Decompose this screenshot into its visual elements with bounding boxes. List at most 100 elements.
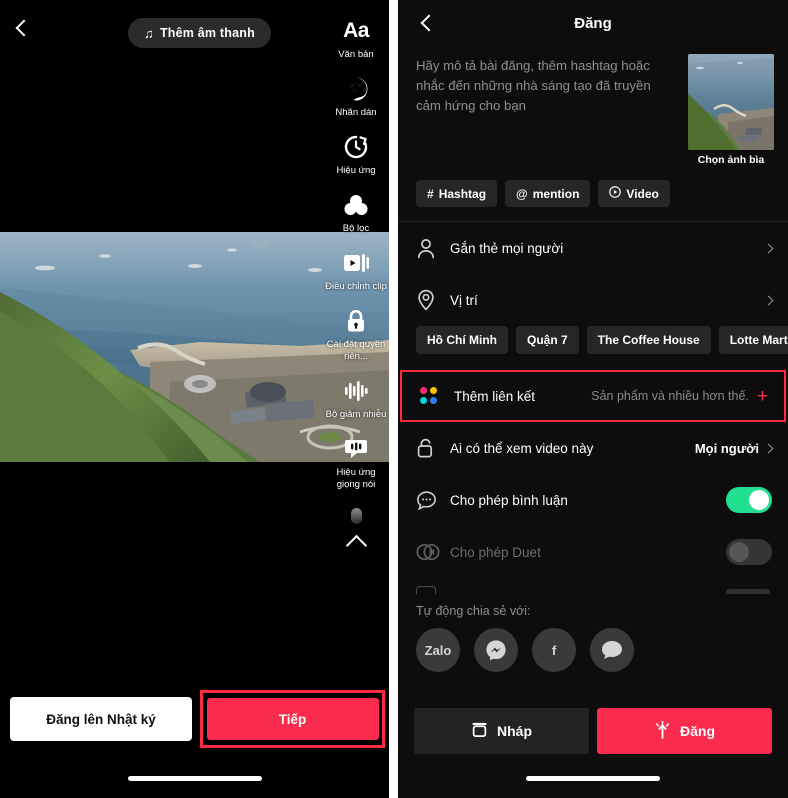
panel-divider bbox=[389, 0, 398, 798]
screenshot-root: ♫ Thêm âm thanh Aa Văn bản Nhãn dán Hiệu… bbox=[0, 0, 788, 798]
chevron-left-icon bbox=[420, 14, 438, 32]
next-button-highlight: Tiếp bbox=[200, 690, 385, 748]
row-partially-hidden[interactable] bbox=[398, 578, 788, 594]
tool-sticker[interactable]: Nhãn dán bbox=[323, 74, 389, 119]
tool-adjust-clip[interactable]: Điều chỉnh clip bbox=[323, 248, 389, 293]
tool-label: Hiệu ứng bbox=[336, 165, 376, 176]
unlock-icon bbox=[416, 437, 442, 459]
tool-label: Bộ giảm nhiễu bbox=[325, 409, 387, 420]
row-label: Thêm liên kết bbox=[454, 388, 536, 404]
auto-share-title: Tự động chia sẻ với: bbox=[416, 604, 531, 618]
row-location[interactable]: Vị trí bbox=[398, 274, 788, 326]
tool-effects[interactable]: Hiệu ứng bbox=[323, 132, 389, 177]
duet-icon bbox=[416, 543, 442, 561]
lock-icon bbox=[341, 306, 371, 336]
tool-label: Điều chỉnh clip bbox=[325, 281, 387, 292]
post-label: Đăng bbox=[680, 723, 715, 739]
editor-tool-rail: Aa Văn bản Nhãn dán Hiệu ứng Bộ lọc Điều… bbox=[323, 16, 389, 557]
row-label: Ai có thể xem video này bbox=[450, 440, 594, 456]
tool-label: Bộ lọc bbox=[342, 223, 370, 234]
tool-label: Nhãn dán bbox=[335, 107, 377, 118]
text-aa-icon: Aa bbox=[343, 19, 369, 42]
post-sparkle-icon bbox=[654, 720, 671, 742]
row-label: Vị trí bbox=[450, 292, 478, 308]
tool-privacy-settings[interactable]: Cài đặt quyền riên... bbox=[323, 306, 389, 363]
left-bottom-actions: Đăng lên Nhật ký Tiếp bbox=[0, 688, 389, 750]
tool-filter[interactable]: Bộ lọc bbox=[323, 190, 389, 235]
location-pin-icon bbox=[416, 289, 442, 311]
chip-label: mention bbox=[532, 186, 580, 201]
right-phone-post-screen: Đăng Hãy mô tả bài đăng, thêm hashtag ho… bbox=[398, 0, 788, 798]
back-button[interactable] bbox=[416, 10, 442, 36]
mention-icon: @ bbox=[516, 186, 528, 201]
chevron-left-icon bbox=[15, 19, 33, 37]
draft-label: Nháp bbox=[497, 723, 532, 739]
add-sound-button[interactable]: ♫ Thêm âm thanh bbox=[128, 18, 271, 48]
location-chip[interactable]: Lotte Mart District bbox=[718, 326, 788, 354]
chip-video[interactable]: Video bbox=[598, 180, 670, 207]
back-button[interactable] bbox=[10, 14, 38, 42]
sms-bubble-icon[interactable] bbox=[590, 628, 634, 672]
toggle-knob bbox=[729, 542, 749, 562]
location-suggestions: Hồ Chí Minh Quận 7 The Coffee House Lott… bbox=[398, 326, 788, 368]
home-indicator-left bbox=[127, 776, 262, 781]
allow-comments-toggle[interactable] bbox=[726, 487, 772, 513]
sticker-icon bbox=[341, 74, 371, 104]
chevron-right-icon bbox=[763, 243, 774, 253]
voice-effects-icon bbox=[341, 434, 371, 464]
tool-label: Hiệu ứng giọng nói bbox=[336, 467, 376, 490]
right-bottom-actions: Nháp Đăng bbox=[398, 708, 788, 754]
row-visibility[interactable]: Ai có thể xem video này Mọi người bbox=[398, 422, 788, 474]
location-chip[interactable]: The Coffee House bbox=[586, 326, 711, 354]
allow-duet-toggle[interactable] bbox=[726, 539, 772, 565]
chevron-up-icon[interactable] bbox=[345, 534, 367, 557]
facebook-icon[interactable]: f bbox=[532, 628, 576, 672]
draft-button[interactable]: Nháp bbox=[414, 708, 589, 754]
zalo-icon[interactable]: Zalo bbox=[416, 628, 460, 672]
description-input[interactable]: Hãy mô tả bài đăng, thêm hashtag hoặc nh… bbox=[416, 54, 676, 166]
auto-share-icons: Zalo f bbox=[416, 628, 770, 672]
tool-label: Cài đặt quyền riên... bbox=[326, 339, 386, 362]
filter-circles-icon bbox=[341, 190, 371, 220]
tool-label: Văn bản bbox=[338, 49, 374, 60]
hidden-row-toggle[interactable] bbox=[726, 589, 770, 594]
row-allow-duet[interactable]: Cho phép Duet bbox=[398, 526, 788, 578]
chevron-right-icon bbox=[763, 443, 774, 453]
four-dots-icon bbox=[420, 387, 446, 405]
chip-hashtag[interactable]: # Hashtag bbox=[416, 180, 498, 207]
cover-label: Chọn ảnh bìa bbox=[697, 154, 765, 166]
tool-text[interactable]: Aa Văn bản bbox=[323, 16, 389, 61]
tool-voice-effects[interactable]: Hiệu ứng giọng nói bbox=[323, 434, 389, 491]
post-to-diary-button[interactable]: Đăng lên Nhật ký bbox=[10, 697, 192, 741]
tool-noise-reduction[interactable]: Bộ giảm nhiễu bbox=[323, 376, 389, 421]
adjust-clip-icon bbox=[341, 248, 371, 278]
post-button[interactable]: Đăng bbox=[597, 708, 772, 754]
next-button[interactable]: Tiếp bbox=[206, 698, 379, 740]
row-allow-comments[interactable]: Cho phép bình luận bbox=[398, 474, 788, 526]
person-icon bbox=[416, 238, 442, 259]
comment-bubble-icon bbox=[416, 490, 442, 511]
chip-label: Hashtag bbox=[438, 186, 487, 201]
messenger-icon[interactable] bbox=[474, 628, 518, 672]
location-chip[interactable]: Quận 7 bbox=[515, 326, 579, 354]
row-label: Cho phép Duet bbox=[450, 544, 541, 560]
cover-thumbnail-image bbox=[688, 54, 774, 150]
chip-mention[interactable]: @ mention bbox=[505, 180, 591, 207]
chevron-right-icon bbox=[763, 295, 774, 305]
location-chip[interactable]: Hồ Chí Minh bbox=[416, 326, 508, 354]
cover-picker[interactable]: Chọn ảnh bìa bbox=[688, 54, 774, 166]
plus-icon[interactable]: + bbox=[757, 387, 768, 406]
left-phone-editor-screen: ♫ Thêm âm thanh Aa Văn bản Nhãn dán Hiệu… bbox=[0, 0, 389, 798]
effects-clock-icon bbox=[341, 132, 371, 162]
row-tag-people[interactable]: Gắn thẻ mọi người bbox=[398, 222, 788, 274]
cover-thumbnail[interactable] bbox=[688, 54, 774, 150]
more-tools-dot[interactable] bbox=[350, 508, 362, 524]
add-link-hint: Sản phẩm và nhiều hơn thế. bbox=[591, 389, 749, 403]
row-label: Cho phép bình luận bbox=[450, 492, 568, 508]
hashtag-icon: # bbox=[427, 186, 434, 201]
row-add-link[interactable]: Thêm liên kết Sản phẩm và nhiều hơn thế.… bbox=[400, 370, 786, 422]
hidden-row-icon bbox=[416, 586, 436, 594]
noise-reduction-icon bbox=[341, 376, 371, 406]
home-indicator-right bbox=[526, 776, 660, 781]
post-header: Đăng bbox=[398, 0, 788, 46]
